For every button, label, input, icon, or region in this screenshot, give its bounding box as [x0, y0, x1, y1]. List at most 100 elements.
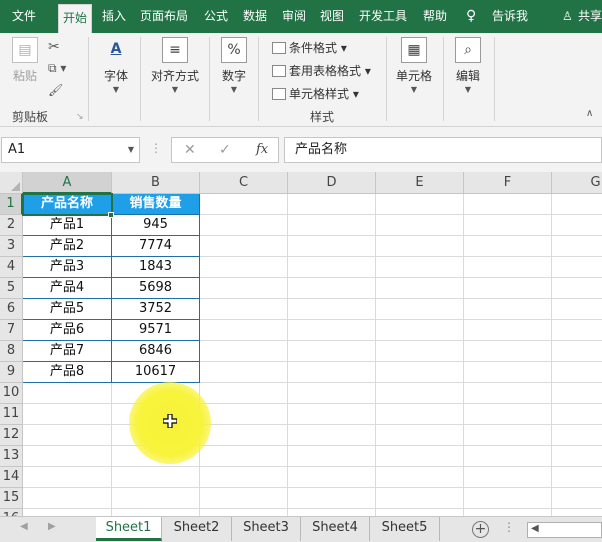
- empty-cell[interactable]: [112, 467, 200, 488]
- empty-cell[interactable]: [288, 362, 376, 383]
- row-header-8[interactable]: 8: [0, 341, 23, 362]
- empty-cell[interactable]: [376, 320, 464, 341]
- empty-cell[interactable]: [200, 299, 288, 320]
- alignment-button[interactable]: ≡ 对齐方式 ▼: [147, 37, 203, 94]
- empty-cell[interactable]: [23, 383, 112, 404]
- empty-cell[interactable]: [200, 446, 288, 467]
- format-painter-icon[interactable]: 🖌: [48, 83, 63, 97]
- sheet-tab-sheet1[interactable]: Sheet1: [96, 517, 162, 541]
- empty-cell[interactable]: [200, 404, 288, 425]
- horizontal-scrollbar[interactable]: ◀: [527, 522, 602, 538]
- empty-cell[interactable]: [376, 446, 464, 467]
- empty-cell[interactable]: [376, 362, 464, 383]
- dialog-launcher-icon[interactable]: ↘: [76, 112, 84, 122]
- empty-cell[interactable]: [376, 236, 464, 257]
- empty-cell[interactable]: [288, 404, 376, 425]
- column-header-d[interactable]: D: [288, 172, 376, 194]
- empty-cell[interactable]: [200, 341, 288, 362]
- cell-a8[interactable]: 产品7: [23, 341, 112, 362]
- cell-b5[interactable]: 5698: [112, 278, 200, 299]
- empty-cell[interactable]: [112, 488, 200, 509]
- cell-b1[interactable]: 销售数量: [112, 194, 200, 215]
- column-header-a[interactable]: A: [23, 172, 112, 194]
- cells-button[interactable]: ▦ 单元格 ▼: [393, 37, 435, 94]
- cell-styles-button[interactable]: 单元格样式 ▾: [272, 85, 359, 102]
- row-header-5[interactable]: 5: [0, 278, 23, 299]
- empty-cell[interactable]: [376, 257, 464, 278]
- sheet-tab-sheet4[interactable]: Sheet4: [301, 517, 370, 541]
- empty-cell[interactable]: [288, 299, 376, 320]
- empty-cell[interactable]: [200, 320, 288, 341]
- empty-cell[interactable]: [464, 446, 552, 467]
- cell-b4[interactable]: 1843: [112, 257, 200, 278]
- tab-data[interactable]: 数据: [243, 0, 267, 33]
- empty-cell[interactable]: [464, 509, 552, 516]
- empty-cell[interactable]: [464, 404, 552, 425]
- empty-cell[interactable]: [552, 446, 602, 467]
- scroll-left-arrow-icon[interactable]: ◀: [531, 523, 539, 534]
- empty-cell[interactable]: [200, 467, 288, 488]
- empty-cell[interactable]: [552, 320, 602, 341]
- cell-b2[interactable]: 945: [112, 215, 200, 236]
- scroll-right-icon[interactable]: ▶: [48, 521, 56, 532]
- cell-b8[interactable]: 6846: [112, 341, 200, 362]
- cell-a4[interactable]: 产品3: [23, 257, 112, 278]
- tab-formulas[interactable]: 公式: [204, 0, 228, 33]
- copy-icon[interactable]: ⧉ ▾: [48, 61, 66, 76]
- empty-cell[interactable]: [464, 299, 552, 320]
- empty-cell[interactable]: [200, 278, 288, 299]
- row-header-1[interactable]: 1: [0, 194, 23, 215]
- formula-input[interactable]: 产品名称: [284, 137, 602, 163]
- empty-cell[interactable]: [376, 509, 464, 516]
- tab-developer[interactable]: 开发工具: [359, 0, 407, 33]
- row-header-6[interactable]: 6: [0, 299, 23, 320]
- tab-help[interactable]: 帮助: [423, 0, 447, 33]
- row-header-2[interactable]: 2: [0, 215, 23, 236]
- empty-cell[interactable]: [552, 215, 602, 236]
- empty-cell[interactable]: [23, 404, 112, 425]
- empty-cell[interactable]: [200, 236, 288, 257]
- empty-cell[interactable]: [288, 383, 376, 404]
- tab-insert[interactable]: 插入: [102, 0, 126, 33]
- splitter-dots-icon[interactable]: ⋮: [150, 141, 162, 155]
- empty-cell[interactable]: [376, 488, 464, 509]
- tab-review[interactable]: 审阅: [282, 0, 306, 33]
- empty-cell[interactable]: [23, 425, 112, 446]
- empty-cell[interactable]: [464, 236, 552, 257]
- select-all-button[interactable]: [0, 172, 23, 194]
- empty-cell[interactable]: [200, 509, 288, 516]
- empty-cell[interactable]: [23, 509, 112, 516]
- format-as-table-button[interactable]: 套用表格格式 ▾: [272, 62, 371, 79]
- empty-cell[interactable]: [464, 320, 552, 341]
- add-sheet-button[interactable]: +: [472, 521, 489, 538]
- cancel-icon[interactable]: ✕: [184, 138, 196, 162]
- cell-b6[interactable]: 3752: [112, 299, 200, 320]
- cut-icon[interactable]: ✂: [48, 39, 60, 55]
- empty-cell[interactable]: [464, 362, 552, 383]
- empty-cell[interactable]: [464, 425, 552, 446]
- row-header-12[interactable]: 12: [0, 425, 23, 446]
- empty-cell[interactable]: [200, 362, 288, 383]
- empty-cell[interactable]: [552, 236, 602, 257]
- empty-cell[interactable]: [464, 215, 552, 236]
- empty-cell[interactable]: [552, 425, 602, 446]
- cell-a1[interactable]: 产品名称: [23, 194, 112, 215]
- column-header-f[interactable]: F: [464, 172, 552, 194]
- empty-cell[interactable]: [464, 278, 552, 299]
- empty-cell[interactable]: [464, 257, 552, 278]
- number-button[interactable]: % 数字 ▼: [218, 37, 250, 94]
- cell-a3[interactable]: 产品2: [23, 236, 112, 257]
- row-header-3[interactable]: 3: [0, 236, 23, 257]
- tab-page-layout[interactable]: 页面布局: [140, 0, 188, 33]
- empty-cell[interactable]: [552, 383, 602, 404]
- empty-cell[interactable]: [288, 215, 376, 236]
- empty-cell[interactable]: [552, 509, 602, 516]
- column-header-g[interactable]: G: [552, 172, 602, 194]
- empty-cell[interactable]: [464, 341, 552, 362]
- empty-cell[interactable]: [288, 320, 376, 341]
- empty-cell[interactable]: [464, 467, 552, 488]
- empty-cell[interactable]: [552, 488, 602, 509]
- conditional-formatting-button[interactable]: 条件格式 ▾: [272, 39, 347, 56]
- row-header-11[interactable]: 11: [0, 404, 23, 425]
- font-button[interactable]: A 字体 ▼: [98, 37, 134, 94]
